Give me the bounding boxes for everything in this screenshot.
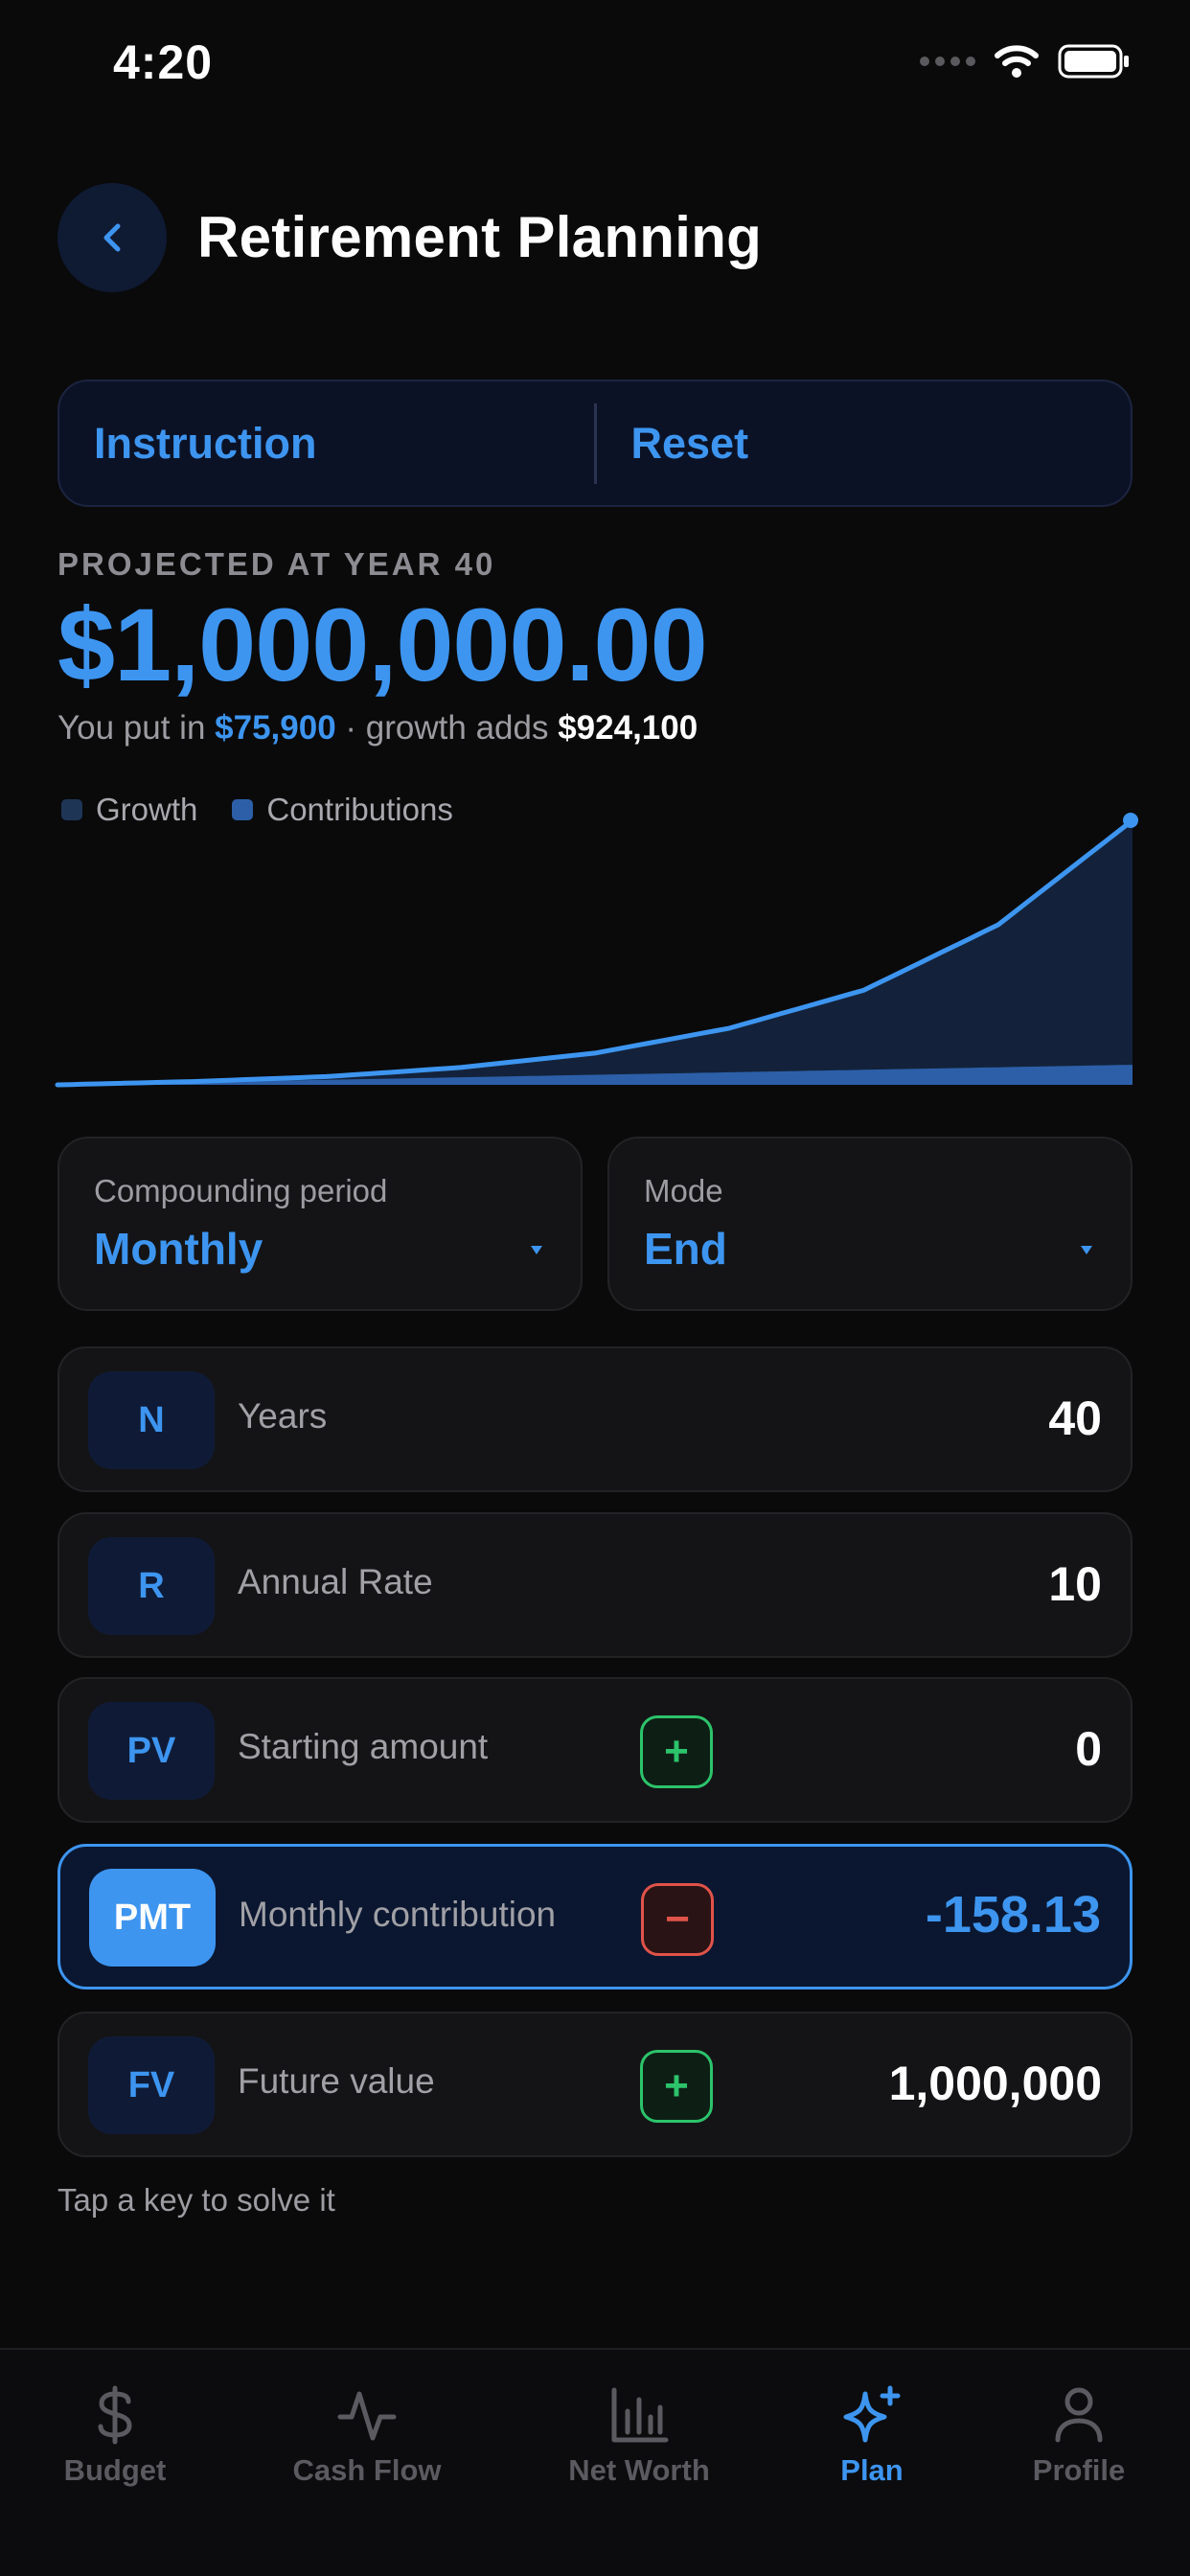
endpoint-dot [1123, 813, 1138, 828]
tab-cash-flow[interactable]: Cash Flow [252, 2384, 482, 2488]
header: Retirement Planning [57, 182, 762, 292]
growth-prefix: · growth adds [345, 709, 549, 747]
status-time: 4:20 [113, 35, 214, 89]
growth-amount: $924,100 [558, 709, 698, 747]
projection-label: PROJECTED AT YEAR 40 [57, 546, 496, 582]
activity-icon [337, 2391, 397, 2441]
key-value-future-value[interactable]: 1,000,000 [889, 2056, 1102, 2111]
tab-label-profile: Profile [1032, 2453, 1126, 2487]
instruction-button[interactable]: Instruction [59, 381, 594, 505]
caret-down-icon [1081, 1246, 1092, 1254]
tab-budget[interactable]: Budget [0, 2384, 230, 2488]
mode-dropdown[interactable]: Mode End [607, 1137, 1133, 1311]
tab-label-plan: Plan [840, 2453, 904, 2487]
action-segment: Instruction Reset [57, 380, 1133, 507]
key-value-monthly-contribution[interactable]: -158.13 [926, 1885, 1101, 1944]
compounding-period-label: Compounding period [94, 1173, 388, 1208]
solve-hint: Tap a key to solve it [57, 2182, 335, 2218]
wifi-icon [995, 45, 1039, 78]
sparkles-icon [843, 2385, 901, 2443]
cellular-signal-icon [920, 57, 975, 66]
sign-toggle-pmt[interactable]: − [641, 1883, 714, 1956]
key-label-years: Years [238, 1396, 328, 1436]
user-icon [1055, 2387, 1103, 2443]
projection-summary: You put in $75,900 · growth adds $924,10… [57, 709, 698, 748]
sign-toggle-pv[interactable]: + [640, 1715, 713, 1788]
key-row-pmt[interactable]: PMT Monthly contribution − -158.13 [57, 1844, 1133, 1990]
key-row-n[interactable]: N Years 40 [57, 1346, 1133, 1492]
key-value-starting-amount[interactable]: 0 [1075, 1721, 1102, 1777]
tab-bar: Budget Cash Flow Net Worth Plan Profile [0, 2348, 1190, 2576]
page-title: Retirement Planning [197, 205, 763, 269]
key-badge-pmt[interactable]: PMT [89, 1869, 216, 1966]
key-row-fv[interactable]: FV Future value + 1,000,000 [57, 2012, 1133, 2157]
key-row-r[interactable]: R Annual Rate 10 [57, 1512, 1133, 1658]
status-indicators [920, 44, 1131, 79]
growth-area [57, 820, 1133, 1085]
reset-button[interactable]: Reset [597, 381, 1132, 505]
key-value-annual-rate[interactable]: 10 [1048, 1556, 1102, 1612]
tab-label-cash-flow: Cash Flow [292, 2453, 442, 2487]
compounding-period-dropdown[interactable]: Compounding period Monthly [57, 1137, 583, 1311]
key-badge-n[interactable]: N [88, 1371, 215, 1469]
key-label-annual-rate: Annual Rate [238, 1562, 433, 1601]
battery-icon [1058, 44, 1129, 79]
sign-toggle-fv[interactable]: + [640, 2050, 713, 2123]
dollar-icon [98, 2385, 132, 2445]
bar-chart-icon [611, 2387, 669, 2443]
key-badge-pv[interactable]: PV [88, 1702, 215, 1800]
mode-label: Mode [644, 1173, 723, 1208]
caret-down-icon [531, 1246, 542, 1254]
key-label-starting-amount: Starting amount [238, 1727, 489, 1766]
put-in-prefix: You put in [57, 709, 206, 747]
key-badge-fv[interactable]: FV [88, 2036, 215, 2134]
key-badge-r[interactable]: R [88, 1537, 215, 1635]
chevron-left-icon [103, 223, 121, 251]
tab-plan[interactable]: Plan [757, 2384, 987, 2488]
compounding-period-value: Monthly [94, 1224, 263, 1274]
growth-chart [55, 813, 1138, 1088]
key-label-future-value: Future value [238, 2061, 435, 2101]
tab-label-budget: Budget [63, 2453, 167, 2487]
tab-net-worth[interactable]: Net Worth [524, 2384, 754, 2488]
tab-label-net-worth: Net Worth [568, 2453, 710, 2487]
key-value-years[interactable]: 40 [1048, 1391, 1102, 1446]
key-row-pv[interactable]: PV Starting amount + 0 [57, 1677, 1133, 1823]
put-in-amount: $75,900 [215, 709, 336, 747]
back-button[interactable] [57, 182, 167, 292]
status-bar: 4:20 [0, 0, 1190, 134]
key-label-monthly-contribution: Monthly contribution [239, 1895, 557, 1934]
projected-value: $1,000,000.00 [57, 586, 708, 702]
mode-value: End [644, 1224, 727, 1274]
tab-profile[interactable]: Profile [964, 2384, 1190, 2488]
